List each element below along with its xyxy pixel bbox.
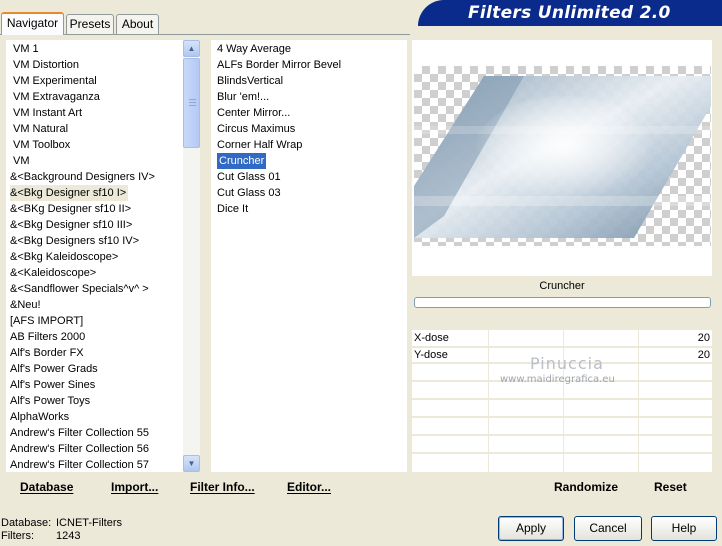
status-database-label: Database: [1,517,52,529]
tab-about-label: About [121,17,154,31]
category-item[interactable]: &<Bkg Designer sf10 III> [10,217,132,233]
filter-item[interactable]: Cruncher [217,153,267,169]
cancel-button[interactable]: Cancel [574,516,642,541]
category-item[interactable]: [AFS IMPORT] [10,313,83,329]
status-filters-label: Filters: [1,530,34,542]
filter-item[interactable]: Cut Glass 01 [217,169,281,185]
category-item[interactable]: &<Bkg Designer sf10 I> [10,185,128,201]
param-grid-line [412,398,712,400]
param-label: Y-dose [414,349,448,361]
filter-list[interactable]: 4 Way Average ALFs Border Mirror Bevel Bli… [211,40,407,472]
database-button[interactable]: Database [20,480,73,494]
category-item[interactable]: &<BKg Designer sf10 II> [10,201,131,217]
filter-item[interactable]: Dice It [217,201,248,217]
app-title: Filters Unlimited 2.0 [468,3,671,23]
watermark-url: www.maidiregrafica.eu [500,374,615,385]
selected-filter-name: Cruncher [539,280,585,292]
preview-image [414,66,711,246]
tab-about[interactable]: About [116,14,159,34]
param-grid-line [412,434,712,436]
category-item[interactable]: &<Bkg Kaleidoscope> [10,249,118,265]
category-item[interactable]: &<Kaleidoscope> [10,265,96,281]
scrollbar-thumb[interactable] [183,58,200,148]
category-item[interactable]: VM Toolbox [13,137,70,153]
import-button[interactable]: Import... [111,480,158,494]
param-value[interactable]: 20 [698,347,710,363]
param-grid-line [412,452,712,454]
filter-item[interactable]: Cut Glass 03 [217,185,281,201]
filter-item[interactable]: Blur 'em!... [217,89,269,105]
category-item[interactable]: Andrew's Filter Collection 55 [10,425,149,441]
category-list[interactable]: VM 1 VM Distortion VM Experimental VM Extra… [6,40,183,472]
tab-navigator[interactable]: Navigator [1,12,64,35]
category-item[interactable]: Alf's Power Sines [10,377,95,393]
category-item[interactable]: VM Instant Art [13,105,82,121]
grip-line [189,105,196,106]
watermark-name: Pinuccia [530,354,604,373]
param-row-x-dose[interactable]: X-dose 20 [412,330,712,346]
category-item[interactable]: Alf's Power Grads [10,361,98,377]
category-item[interactable]: VM Natural [13,121,68,137]
category-item[interactable]: AlphaWorks [10,409,69,425]
param-value[interactable]: 20 [698,330,710,346]
category-item[interactable]: Alf's Border FX [10,345,84,361]
category-item[interactable]: VM [13,153,30,169]
grip-line [189,99,196,100]
editor-button[interactable]: Editor... [287,480,331,494]
category-item[interactable]: VM Distortion [13,57,79,73]
help-button[interactable]: Help [651,516,717,541]
category-item[interactable]: &<Sandflower Specials^v^ > [10,281,149,297]
category-item[interactable]: AB Filters 2000 [10,329,85,345]
category-item[interactable]: &Neu! [10,297,41,313]
preview-graphic [414,76,711,238]
apply-button[interactable]: Apply [498,516,564,541]
status-database: Database: ICNET-Filters [1,517,122,530]
status-filters-value: 1243 [56,530,81,542]
filter-item[interactable]: BlindsVertical [217,73,283,89]
category-item[interactable]: Alf's Power Toys [10,393,90,409]
category-item[interactable]: &<Background Designers IV> [10,169,155,185]
filter-item[interactable]: 4 Way Average [217,41,291,57]
tab-presets-label: Presets [69,17,111,31]
reset-button[interactable]: Reset [654,480,687,494]
category-item[interactable]: VM 1 [13,41,39,57]
param-label: X-dose [414,332,449,344]
status-filters: Filters: 1243 [1,530,80,543]
tab-navigator-label: Navigator [6,16,59,30]
status-database-value: ICNET-Filters [56,517,122,529]
randomize-button[interactable]: Randomize [554,480,618,494]
category-item[interactable]: VM Experimental [13,73,97,89]
filter-info-button[interactable]: Filter Info... [190,480,255,494]
progress-bar [414,297,711,308]
category-item[interactable]: Andrew's Filter Collection 56 [10,441,149,457]
category-item[interactable]: VM Extravaganza [13,89,100,105]
filter-item[interactable]: Center Mirror... [217,105,290,121]
param-grid-line [412,416,712,418]
filter-item[interactable]: ALFs Border Mirror Bevel [217,57,341,73]
filter-item[interactable]: Corner Half Wrap [217,137,302,153]
grip-line [189,102,196,103]
category-scrollbar[interactable]: ▲ ▼ [183,40,200,472]
filter-item[interactable]: Circus Maximus [217,121,295,137]
category-item[interactable]: &<Bkg Designers sf10 IV> [10,233,139,249]
category-item[interactable]: Andrew's Filter Collection 57 [10,457,149,473]
tab-presets[interactable]: Presets [66,14,114,34]
scroll-up-arrow-icon[interactable]: ▲ [183,40,200,57]
scroll-down-arrow-icon[interactable]: ▼ [183,455,200,472]
